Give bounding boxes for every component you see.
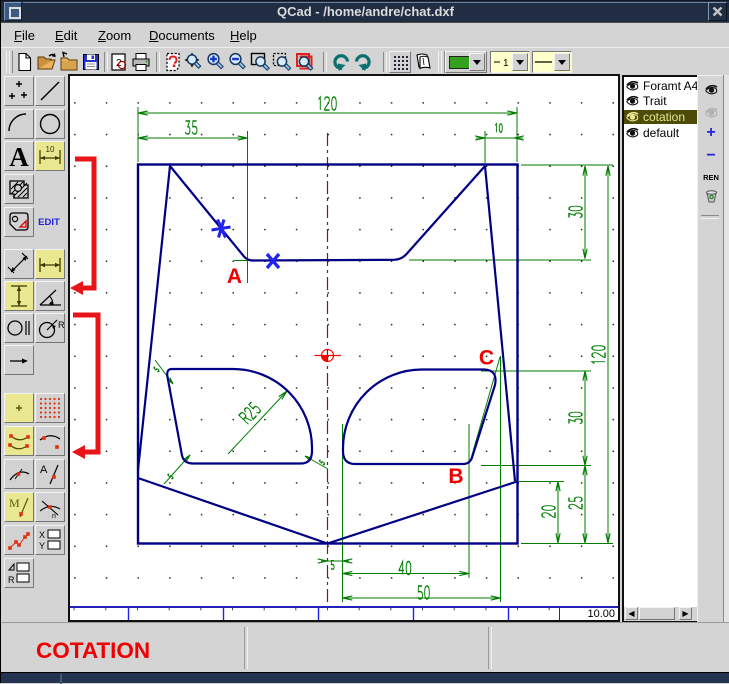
svg-text:10: 10 (46, 145, 55, 154)
svg-text:X: X (39, 530, 45, 540)
svg-text:M: M (9, 496, 20, 510)
svg-text:C: C (479, 347, 494, 370)
svg-text:A: A (9, 142, 29, 170)
svg-text:R: R (58, 320, 64, 330)
svg-text:EDIT: EDIT (38, 217, 60, 228)
svg-text:B: B (448, 465, 463, 488)
svg-text:n: n (52, 513, 56, 520)
svg-text:1: 1 (503, 58, 509, 69)
svg-text:A: A (227, 265, 242, 288)
svg-text:R: R (8, 575, 15, 585)
svg-text:Y: Y (39, 541, 45, 551)
svg-text:A: A (40, 464, 48, 476)
